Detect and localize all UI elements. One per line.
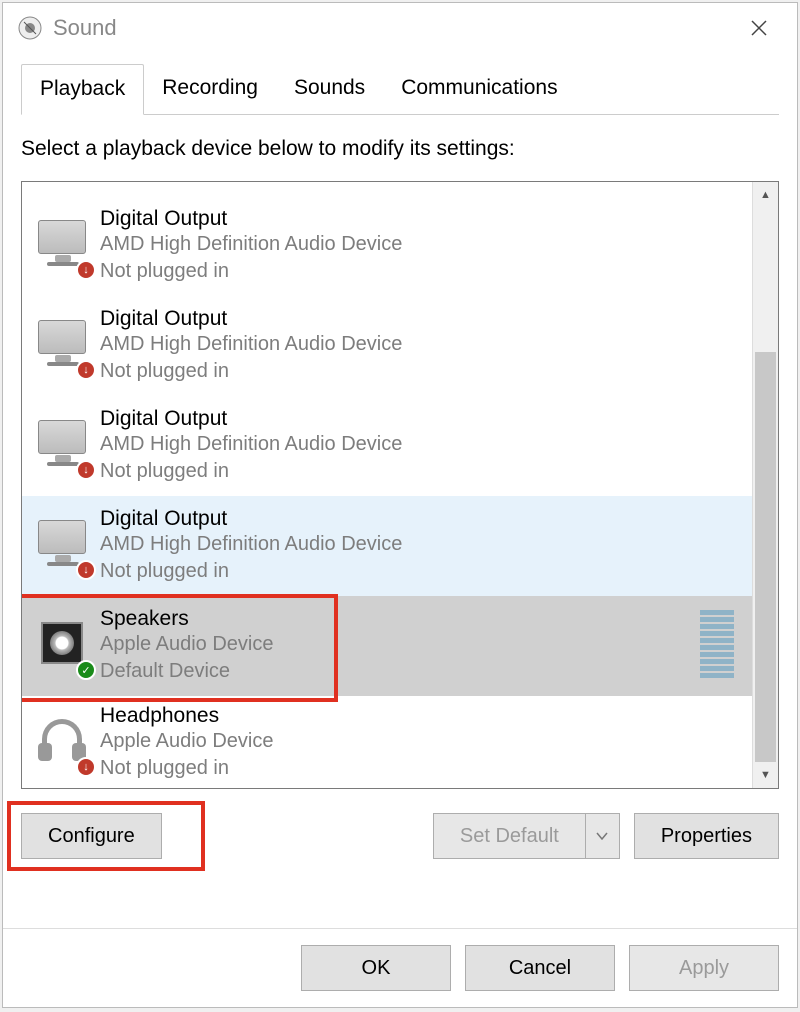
device-status: Not plugged in [100, 358, 402, 385]
device-subtitle: AMD High Definition Audio Device [100, 531, 402, 558]
scrollbar[interactable]: ▲ ▼ [752, 182, 778, 788]
sound-icon [17, 15, 43, 41]
list-item[interactable]: ↓ Digital Output AMD High Definition Aud… [22, 396, 752, 496]
cancel-button[interactable]: Cancel [465, 945, 615, 991]
device-title: Digital Output [100, 407, 402, 431]
unplugged-badge-icon: ↓ [76, 360, 96, 380]
list-item[interactable]: ↓ Digital Output AMD High Definition Aud… [22, 296, 752, 396]
tab-recording[interactable]: Recording [144, 64, 276, 115]
device-list: ↓ Digital Output AMD High Definition Aud… [21, 181, 779, 789]
scroll-thumb[interactable] [755, 352, 776, 762]
device-title: Headphones [100, 704, 273, 728]
monitor-icon: ↓ [32, 216, 92, 276]
device-status: Not plugged in [100, 458, 402, 485]
device-title: Digital Output [100, 207, 402, 231]
instruction-text: Select a playback device below to modify… [21, 137, 779, 161]
level-meter [700, 610, 734, 678]
window-title: Sound [53, 15, 117, 41]
sound-dialog: Sound Playback Recording Sounds Communic… [2, 2, 798, 1008]
ok-button[interactable]: OK [301, 945, 451, 991]
scroll-down-icon[interactable]: ▼ [753, 762, 778, 788]
set-default-dropdown[interactable] [586, 813, 620, 859]
list-item[interactable]: ↓ Digital Output AMD High Definition Aud… [22, 496, 752, 596]
default-badge-icon: ✓ [76, 660, 96, 680]
monitor-icon: ↓ [32, 416, 92, 476]
device-title: Speakers [100, 607, 273, 631]
unplugged-badge-icon: ↓ [76, 260, 96, 280]
device-list-items: ↓ Digital Output AMD High Definition Aud… [22, 182, 752, 788]
monitor-icon: ↓ [32, 316, 92, 376]
device-status: Default Device [100, 658, 273, 685]
apply-button[interactable]: Apply [629, 945, 779, 991]
unplugged-badge-icon: ↓ [76, 460, 96, 480]
dialog-button-row: OK Cancel Apply [3, 928, 797, 1007]
unplugged-badge-icon: ↓ [76, 757, 96, 777]
device-status: Not plugged in [100, 258, 402, 285]
device-title: Digital Output [100, 507, 402, 531]
device-action-row: Configure Set Default Properties [21, 813, 779, 859]
device-subtitle: AMD High Definition Audio Device [100, 431, 402, 458]
tab-sounds[interactable]: Sounds [276, 64, 383, 115]
list-item-selected[interactable]: ✓ Speakers Apple Audio Device Default De… [22, 596, 752, 696]
list-item[interactable]: ↓ Digital Output AMD High Definition Aud… [22, 196, 752, 296]
device-subtitle: AMD High Definition Audio Device [100, 231, 402, 258]
device-subtitle: AMD High Definition Audio Device [100, 331, 402, 358]
tabstrip: Playback Recording Sounds Communications [21, 63, 779, 115]
tab-communications[interactable]: Communications [383, 64, 575, 115]
device-title: Digital Output [100, 307, 402, 331]
list-item[interactable]: ↓ Headphones Apple Audio Device Not plug… [22, 696, 752, 788]
scroll-up-icon[interactable]: ▲ [753, 182, 778, 208]
titlebar: Sound [3, 3, 797, 53]
device-subtitle: Apple Audio Device [100, 728, 273, 755]
monitor-icon: ↓ [32, 516, 92, 576]
device-status: Not plugged in [100, 558, 402, 585]
device-subtitle: Apple Audio Device [100, 631, 273, 658]
unplugged-badge-icon: ↓ [76, 560, 96, 580]
close-button[interactable] [729, 3, 789, 53]
speaker-icon: ✓ [32, 616, 92, 676]
properties-button[interactable]: Properties [634, 813, 779, 859]
device-status: Not plugged in [100, 755, 273, 782]
configure-button[interactable]: Configure [21, 813, 162, 859]
tab-playback[interactable]: Playback [21, 64, 144, 115]
headphones-icon: ↓ [32, 713, 92, 773]
tab-content: Select a playback device below to modify… [3, 115, 797, 928]
list-item-partial [22, 182, 752, 196]
set-default-button[interactable]: Set Default [433, 813, 586, 859]
